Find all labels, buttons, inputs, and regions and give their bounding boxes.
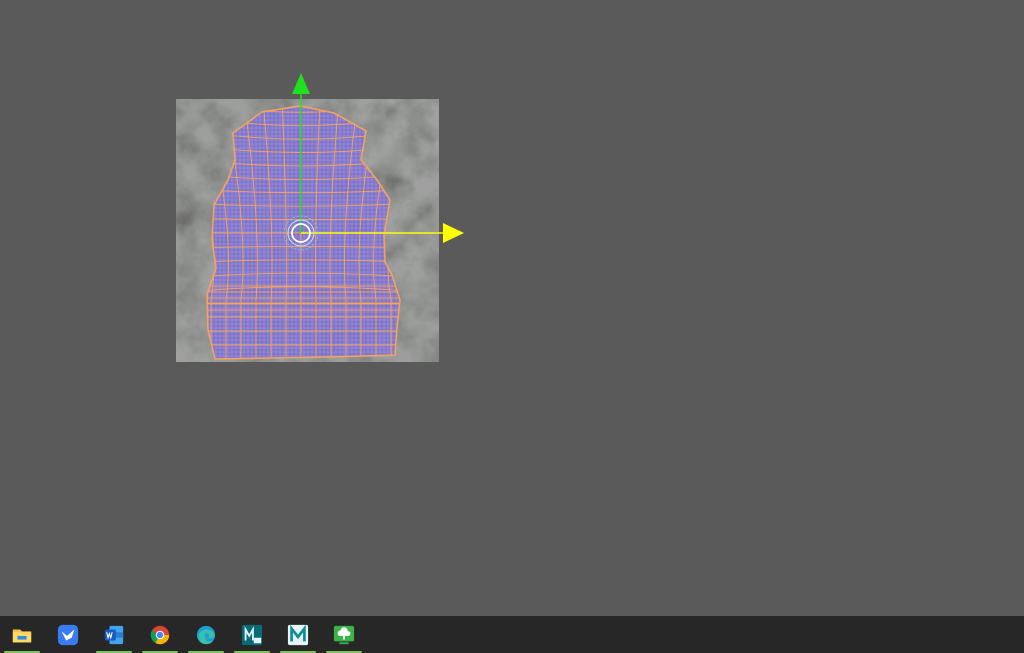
taskbar-maya[interactable]	[276, 616, 320, 653]
uv-editor-viewport[interactable]	[0, 0, 1024, 616]
taskbar-feishu[interactable]	[46, 616, 90, 653]
maya-2024-icon	[241, 624, 263, 645]
file-explorer-icon	[12, 629, 32, 642]
taskbar-edge[interactable]	[184, 616, 228, 653]
taskbar-chrome[interactable]	[138, 616, 182, 653]
cloud-desktop-icon	[333, 625, 355, 644]
uv-canvas[interactable]	[0, 0, 1024, 616]
feishu-bird-icon	[57, 624, 79, 645]
maya-icon	[287, 624, 309, 645]
v-axis-arrow-icon[interactable]	[292, 73, 310, 94]
edge-icon	[196, 625, 216, 644]
word-icon	[104, 625, 124, 644]
taskbar-file-explorer[interactable]	[0, 616, 44, 653]
taskbar-word[interactable]	[92, 616, 136, 653]
taskbar	[0, 616, 1024, 653]
taskbar-maya-2024[interactable]	[230, 616, 274, 653]
u-axis-arrow-icon[interactable]	[443, 223, 464, 243]
taskbar-cloud-desktop[interactable]	[322, 616, 366, 653]
chrome-icon	[150, 625, 170, 644]
